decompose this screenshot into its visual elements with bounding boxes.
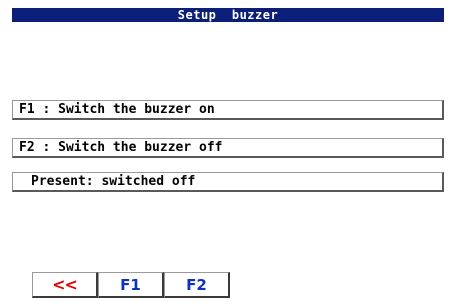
back-button[interactable]: <<: [32, 272, 98, 298]
buzzer-status: Present: switched off: [12, 172, 444, 192]
f1-button[interactable]: F1: [98, 272, 164, 298]
f1-button-label: F1: [120, 275, 141, 294]
f2-button-label: F2: [186, 275, 207, 294]
softkey-bar: << F1 F2: [32, 272, 230, 298]
option-switch-buzzer-on[interactable]: F1 : Switch the buzzer on: [12, 100, 444, 120]
f2-button[interactable]: F2: [164, 272, 230, 298]
option-switch-buzzer-off[interactable]: F2 : Switch the buzzer off: [12, 138, 444, 158]
double-chevron-left-icon: <<: [52, 275, 78, 294]
screen-title: Setup buzzer: [12, 8, 444, 22]
